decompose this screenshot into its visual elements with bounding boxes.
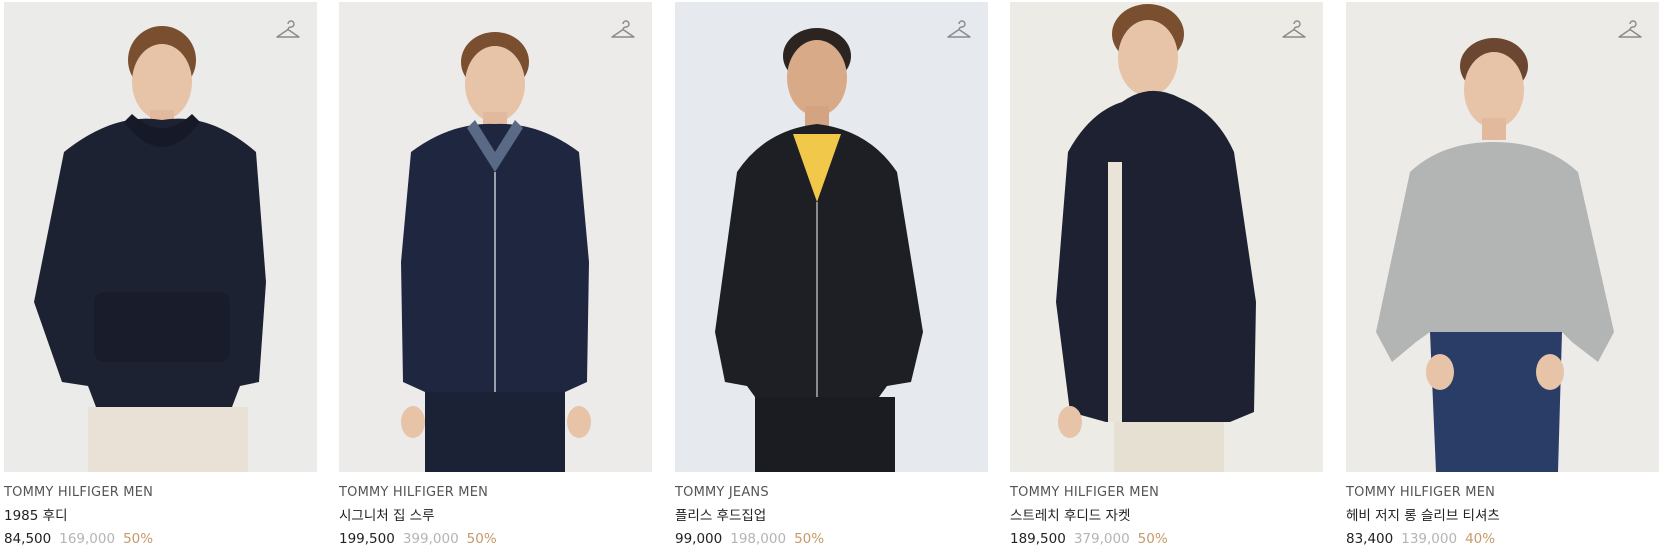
product-info: TOMMY JEANS 플리스 후드집업 99,000 198,000 50% <box>675 472 988 548</box>
product-image[interactable] <box>339 2 652 472</box>
product-image[interactable] <box>1346 2 1659 472</box>
model-face <box>1118 20 1178 96</box>
product-grid: TOMMY HILFIGER MEN 1985 후디 84,500 169,000… <box>0 0 1662 556</box>
product-info: TOMMY HILFIGER MEN 시그니처 집 스루 199,500 399,… <box>339 472 652 548</box>
model-photo <box>715 28 923 472</box>
sale-price: 189,500 <box>1010 531 1066 547</box>
discount-rate: 50% <box>794 531 825 547</box>
product-brand[interactable]: TOMMY HILFIGER MEN <box>4 484 317 502</box>
product-brand[interactable]: TOMMY HILFIGER MEN <box>1346 484 1659 502</box>
product-card[interactable]: TOMMY HILFIGER MEN 1985 후디 84,500 169,000… <box>4 2 317 548</box>
hanger-icon[interactable] <box>610 18 636 44</box>
sale-price: 84,500 <box>4 531 52 547</box>
original-price: 139,000 <box>1401 531 1458 547</box>
product-info: TOMMY HILFIGER MEN 1985 후디 84,500 169,000… <box>4 472 317 548</box>
discount-rate: 50% <box>466 531 497 547</box>
sale-price: 99,000 <box>675 531 723 547</box>
model-photo <box>34 26 266 472</box>
product-name[interactable]: 시그니처 집 스루 <box>339 507 652 525</box>
price-row: 99,000 198,000 50% <box>675 530 988 548</box>
original-price: 198,000 <box>730 531 787 547</box>
model-face <box>465 46 525 122</box>
product-info: TOMMY HILFIGER MEN 헤비 저지 롱 슬리브 티셔츠 83,40… <box>1346 472 1659 548</box>
model-face <box>132 44 192 120</box>
model-face <box>1464 52 1524 128</box>
model-photo <box>401 32 591 472</box>
discount-rate: 40% <box>1465 531 1496 547</box>
model-neck <box>1482 118 1506 140</box>
product-name[interactable]: 1985 후디 <box>4 507 317 525</box>
model-pants <box>425 392 565 472</box>
price-row: 199,500 399,000 50% <box>339 530 652 548</box>
model-pants <box>1114 422 1224 472</box>
product-card[interactable]: TOMMY HILFIGER MEN 스트레치 후디드 자켓 189,500 37… <box>1010 2 1323 548</box>
hanger-icon[interactable] <box>1617 18 1643 44</box>
product-brand[interactable]: TOMMY JEANS <box>675 484 988 502</box>
product-name[interactable]: 스트레치 후디드 자켓 <box>1010 507 1323 525</box>
product-name[interactable]: 플리스 후드집업 <box>675 507 988 525</box>
product-name[interactable]: 헤비 저지 롱 슬리브 티셔츠 <box>1346 507 1659 525</box>
product-image[interactable] <box>675 2 988 472</box>
discount-rate: 50% <box>123 531 154 547</box>
hanger-icon[interactable] <box>946 18 972 44</box>
model-garment <box>1056 90 1256 422</box>
original-price: 379,000 <box>1073 531 1130 547</box>
product-brand[interactable]: TOMMY HILFIGER MEN <box>339 484 652 502</box>
product-info: TOMMY HILFIGER MEN 스트레치 후디드 자켓 189,500 37… <box>1010 472 1323 548</box>
model-pants <box>755 397 895 472</box>
discount-rate: 50% <box>1137 531 1168 547</box>
product-card[interactable]: TOMMY HILFIGER MEN 시그니처 집 스루 199,500 399,… <box>339 2 652 548</box>
price-row: 189,500 379,000 50% <box>1010 530 1323 548</box>
product-card[interactable]: TOMMY HILFIGER MEN 헤비 저지 롱 슬리브 티셔츠 83,40… <box>1346 2 1659 548</box>
sale-price: 199,500 <box>339 531 395 547</box>
hanger-icon[interactable] <box>1281 18 1307 44</box>
model-photo <box>1376 38 1614 472</box>
product-brand[interactable]: TOMMY HILFIGER MEN <box>1010 484 1323 502</box>
original-price: 169,000 <box>59 531 116 547</box>
model-photo <box>1056 4 1256 472</box>
price-row: 83,400 139,000 40% <box>1346 530 1659 548</box>
model-pants <box>88 407 248 472</box>
original-price: 399,000 <box>402 531 459 547</box>
sale-price: 83,400 <box>1346 531 1394 547</box>
model-face <box>787 40 847 116</box>
price-row: 84,500 169,000 50% <box>4 530 317 548</box>
model-garment <box>1376 142 1614 362</box>
model-garment <box>34 118 266 408</box>
product-image[interactable] <box>4 2 317 472</box>
product-image[interactable] <box>1010 2 1323 472</box>
model-pants <box>1430 332 1562 472</box>
hanger-icon[interactable] <box>275 18 301 44</box>
product-card[interactable]: TOMMY JEANS 플리스 후드집업 99,000 198,000 50% <box>675 2 988 548</box>
